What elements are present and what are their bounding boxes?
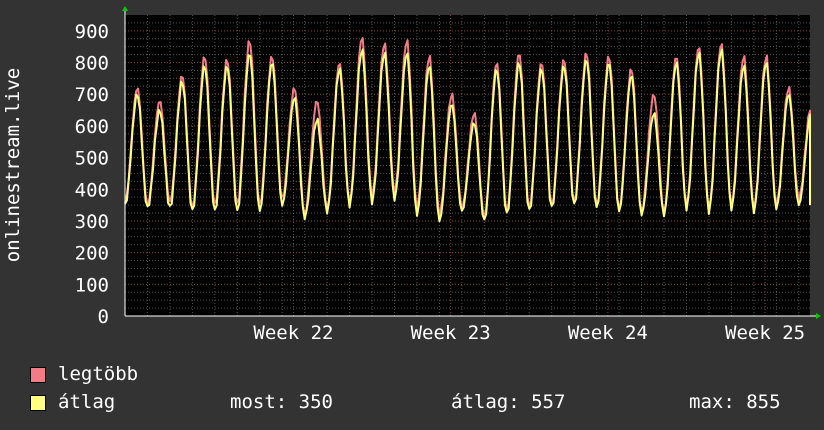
stat-most: most: 350 xyxy=(230,391,333,413)
x-tick-label: Week 22 xyxy=(253,322,333,344)
y-axis-arrow xyxy=(122,6,128,11)
legend-label-legtobb: legtöbb xyxy=(58,363,139,385)
y-tick-label: 200 xyxy=(75,243,109,265)
legend-item-legtobb: legtöbb xyxy=(30,363,810,385)
legend-swatch-legtobb xyxy=(30,367,46,383)
legend-swatch-atlag xyxy=(30,395,46,411)
legend-label-atlag: átlag xyxy=(58,391,116,413)
stat-max: max: 855 xyxy=(689,391,781,413)
stat-atlag: átlag: 557 xyxy=(451,391,566,413)
legend-item-atlag: átlag most: 350 átlag: 557 max: 855 xyxy=(30,391,810,413)
y-tick-label: 900 xyxy=(75,21,109,43)
y-axis-label: onlinestream.live xyxy=(2,68,24,262)
y-tick-label: 300 xyxy=(75,211,109,233)
x-tick-label: Week 23 xyxy=(411,322,491,344)
y-tick-label: 700 xyxy=(75,84,109,106)
y-tick-label: 500 xyxy=(75,148,109,170)
y-tick-label: 600 xyxy=(75,116,109,138)
x-tick-labels: Week 22 Week 23 Week 24 Week 25 xyxy=(253,322,805,344)
x-tick-label: Week 25 xyxy=(725,322,805,344)
y-tick-label: 400 xyxy=(75,179,109,201)
y-tick-label: 0 xyxy=(98,306,109,328)
y-tick-labels: 0 100 200 300 400 500 600 700 800 900 xyxy=(75,21,109,328)
y-tick-label: 800 xyxy=(75,53,109,75)
x-axis-arrow xyxy=(816,313,821,319)
y-tick-label: 100 xyxy=(75,274,109,296)
x-tick-label: Week 24 xyxy=(568,322,648,344)
